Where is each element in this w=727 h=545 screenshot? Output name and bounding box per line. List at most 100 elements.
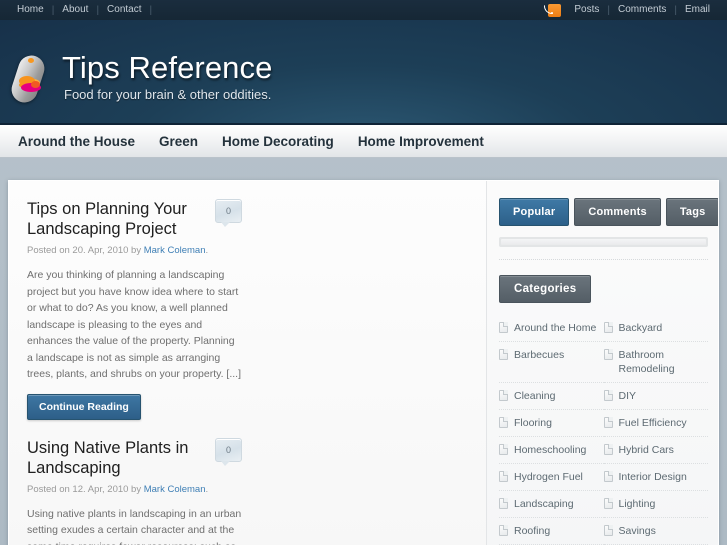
document-icon xyxy=(603,444,613,455)
post-card: Using Native Plants in Landscaping 0 Pos… xyxy=(27,437,242,545)
topnav-contact[interactable]: Contact xyxy=(99,0,149,20)
nav-item-home-decorating[interactable]: Home Decorating xyxy=(210,125,346,158)
category-link[interactable]: Backyard xyxy=(619,321,663,335)
list-item[interactable]: Bathroom Remodeling xyxy=(603,342,708,383)
document-icon xyxy=(499,525,508,536)
list-item[interactable]: Roofing xyxy=(499,518,604,545)
comment-bubble-icon[interactable]: 0 xyxy=(215,437,242,466)
list-item[interactable]: Flooring xyxy=(499,410,604,437)
list-item[interactable]: Cleaning xyxy=(499,383,604,410)
tab-comments[interactable]: Comments xyxy=(574,198,661,226)
list-item[interactable]: Hybrid Cars xyxy=(603,437,708,464)
post-title-link[interactable]: Tips on Planning Your Landscaping Projec… xyxy=(27,200,187,238)
comment-bubble-icon[interactable]: 0 xyxy=(215,199,242,227)
list-item[interactable]: Backyard xyxy=(603,315,708,342)
post-meta: Posted on 12. Apr, 2010 by Mark Coleman. xyxy=(27,483,242,497)
post-header: Tips on Planning Your Landscaping Projec… xyxy=(27,199,242,239)
list-item[interactable]: DIY xyxy=(603,383,708,410)
document-icon xyxy=(603,322,613,333)
main-navigation: Around the House Green Home Decorating H… xyxy=(0,125,727,158)
document-icon xyxy=(603,349,613,360)
continue-reading-button[interactable]: Continue Reading xyxy=(27,393,141,420)
document-icon xyxy=(499,390,508,401)
post-meta-suffix: . xyxy=(205,245,209,256)
logo-text: Tips Reference Food for your brain & oth… xyxy=(62,48,272,102)
page-title: Tips Reference xyxy=(62,50,273,85)
sidebar-divider xyxy=(499,259,708,260)
topnav-posts-feed[interactable]: Posts xyxy=(566,0,607,20)
post-title[interactable]: Tips on Planning Your Landscaping Projec… xyxy=(27,199,197,239)
post-excerpt: Are you thinking of planning a landscapi… xyxy=(27,269,241,380)
nav-item-green[interactable]: Green xyxy=(147,125,210,158)
tab-popular[interactable]: Popular xyxy=(499,198,570,226)
category-link[interactable]: Barbecues xyxy=(514,348,564,362)
post-author-link[interactable]: Mark Coleman xyxy=(144,484,206,495)
nav-item-home-improvement[interactable]: Home Improvement xyxy=(346,125,496,158)
category-link[interactable]: Lighting xyxy=(619,497,656,511)
post-grid: Tips on Planning Your Landscaping Projec… xyxy=(9,181,486,545)
document-icon xyxy=(499,444,508,455)
list-item[interactable]: Fuel Efficiency xyxy=(603,410,708,437)
category-link[interactable]: Roofing xyxy=(514,524,550,538)
nav-item-around-the-house[interactable]: Around the House xyxy=(6,125,147,158)
category-link[interactable]: Fuel Efficiency xyxy=(619,416,687,430)
topnav-comments-feed[interactable]: Comments xyxy=(610,0,674,20)
topnav-home[interactable]: Home xyxy=(9,0,52,20)
rss-icon[interactable] xyxy=(548,3,562,17)
post-card: Tips on Planning Your Landscaping Projec… xyxy=(27,199,242,420)
tab-tags[interactable]: Tags xyxy=(665,198,718,226)
post-meta-suffix: . xyxy=(205,483,209,495)
category-link[interactable]: Flooring xyxy=(514,416,552,430)
document-icon xyxy=(499,349,508,360)
comment-count: 0 xyxy=(225,444,231,455)
categories-heading: Categories xyxy=(499,275,592,303)
document-icon xyxy=(603,417,613,428)
list-item[interactable]: Homeschooling xyxy=(499,437,604,464)
list-item[interactable]: Around the Home xyxy=(499,315,604,342)
document-icon xyxy=(603,390,613,401)
pill-capsule-icon xyxy=(7,51,55,106)
site-header: Tips Reference Food for your brain & oth… xyxy=(0,20,727,125)
post-author-link[interactable]: Mark Coleman xyxy=(144,245,206,256)
category-link[interactable]: Cleaning xyxy=(514,389,555,403)
document-icon xyxy=(603,471,613,482)
site-logo[interactable]: Tips Reference Food for your brain & oth… xyxy=(7,48,272,106)
site-tagline: Food for your brain & other oddities. xyxy=(64,87,272,102)
list-item[interactable]: Interior Design xyxy=(603,464,708,491)
tab-loading-bar-fill xyxy=(501,239,706,245)
category-link[interactable]: Hybrid Cars xyxy=(619,443,674,457)
category-link[interactable]: Hydrogen Fuel xyxy=(514,470,583,484)
list-item[interactable]: Lighting xyxy=(603,491,708,518)
categories-list: Around the Home Backyard Barbecues Bathr… xyxy=(499,315,708,545)
sidebar-tabs: Popular Comments Tags xyxy=(499,198,718,226)
document-icon xyxy=(499,471,508,482)
category-link[interactable]: Bathroom Remodeling xyxy=(619,348,705,376)
post-title-link[interactable]: Using Native Plants in Landscaping xyxy=(27,439,188,477)
post-meta: Posted on 20. Apr, 2010 by Mark Coleman. xyxy=(27,244,242,258)
category-link[interactable]: DIY xyxy=(619,389,637,403)
document-icon xyxy=(499,322,508,333)
top-nav-left: Home | About | Contact | xyxy=(9,0,152,20)
topnav-email-feed[interactable]: Email xyxy=(677,0,718,20)
document-icon xyxy=(603,498,613,509)
category-link[interactable]: Savings xyxy=(619,524,656,538)
category-link[interactable]: Interior Design xyxy=(619,470,687,484)
topnav-about[interactable]: About xyxy=(54,0,96,20)
list-item[interactable]: Savings xyxy=(603,518,708,545)
post-meta-prefix: Posted on 20. Apr, 2010 by xyxy=(27,245,142,256)
post-header: Using Native Plants in Landscaping 0 xyxy=(27,437,242,478)
post-title[interactable]: Using Native Plants in Landscaping xyxy=(27,438,197,478)
list-item[interactable]: Barbecues xyxy=(499,342,604,383)
top-utility-bar: Home | About | Contact | Posts | Comment… xyxy=(0,0,727,20)
category-link[interactable]: Homeschooling xyxy=(514,443,586,457)
category-link[interactable]: Landscaping xyxy=(514,497,574,511)
post-excerpt: Using native plants in landscaping in an… xyxy=(27,507,242,545)
nav-content-gap xyxy=(0,158,727,180)
document-icon xyxy=(603,525,613,536)
list-item[interactable]: Hydrogen Fuel xyxy=(499,464,604,491)
list-item[interactable]: Landscaping xyxy=(499,491,604,518)
document-icon xyxy=(499,417,508,428)
category-link[interactable]: Around the Home xyxy=(514,321,596,335)
topnav-separator: | xyxy=(149,4,153,16)
sidebar: Popular Comments Tags Categories Around … xyxy=(486,181,718,545)
